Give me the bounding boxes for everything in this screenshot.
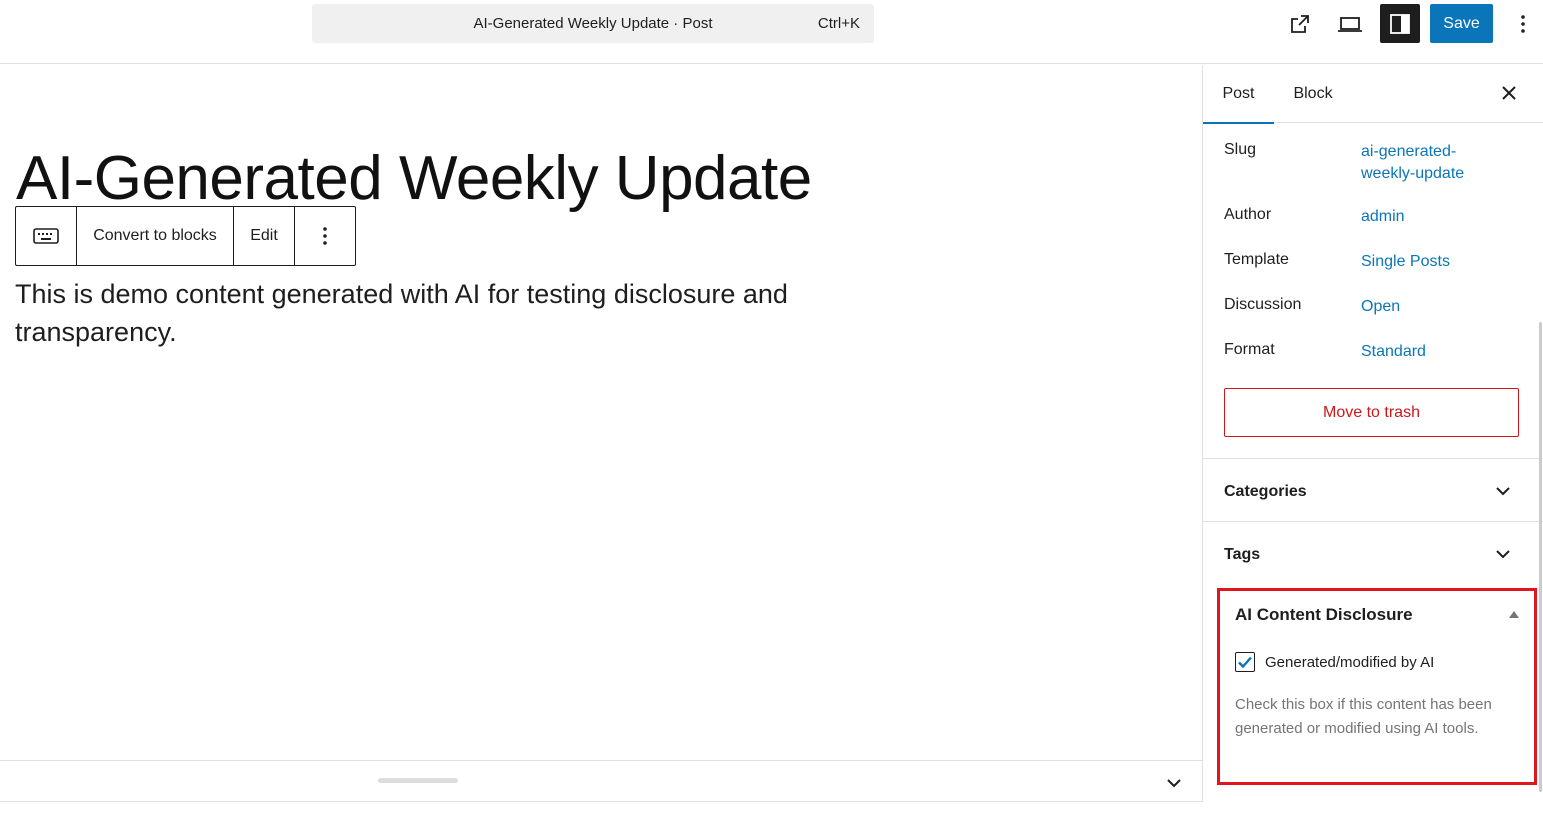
slug-label: Slug [1224, 141, 1257, 158]
external-link-icon [1291, 14, 1309, 33]
ai-generated-checkbox[interactable] [1235, 652, 1255, 672]
document-title: AI-Generated Weekly Update · Post [473, 15, 713, 32]
tags-panel-title: Tags [1224, 546, 1261, 563]
classic-block-paragraph[interactable]: This is demo content generated with AI f… [15, 275, 815, 351]
discussion-value[interactable]: Open [1361, 296, 1400, 318]
template-value[interactable]: Single Posts [1361, 251, 1450, 273]
author-label: Author [1224, 206, 1272, 223]
keyboard-icon [33, 228, 59, 244]
ai-disclosure-title[interactable]: AI Content Disclosure [1235, 605, 1413, 625]
format-label: Format [1224, 341, 1275, 358]
edit-button[interactable]: Edit [234, 207, 295, 265]
desktop-preview-icon [1338, 16, 1362, 32]
slug-value-line1: ai-generated- [1361, 143, 1457, 160]
tab-post[interactable]: Post [1203, 65, 1274, 124]
sidebar-toggle-icon [1390, 13, 1410, 34]
resize-handle[interactable] [378, 778, 458, 783]
ai-disclosure-help-text: Check this box if this content has been … [1235, 696, 1492, 737]
caret-up-icon[interactable] [1507, 608, 1521, 620]
categories-panel-title: Categories [1224, 483, 1307, 500]
command-palette-bar[interactable]: AI-Generated Weekly Update · Post Ctrl+K [312, 4, 874, 43]
slug-value[interactable]: ai-generated- weekly-update [1361, 141, 1464, 185]
format-value[interactable]: Standard [1361, 341, 1426, 363]
chevron-down-icon[interactable] [1162, 771, 1186, 795]
save-button[interactable]: Save [1430, 4, 1493, 43]
preview-button[interactable] [1330, 4, 1370, 43]
more-vertical-icon [323, 227, 327, 245]
more-vertical-icon [1521, 14, 1525, 33]
chevron-down-icon [1496, 487, 1510, 496]
tab-block[interactable]: Block [1279, 65, 1347, 123]
block-type-button[interactable] [16, 207, 77, 265]
tags-panel[interactable]: Tags [1203, 521, 1543, 584]
ai-generated-checkbox-label[interactable]: Generated/modified by AI [1265, 654, 1434, 671]
ai-disclosure-panel: AI Content Disclosure Generated/modified… [1217, 588, 1537, 785]
template-label: Template [1224, 251, 1289, 268]
move-to-trash-button[interactable]: Move to trash [1224, 388, 1519, 437]
sidebar-scrollbar[interactable] [1539, 322, 1542, 792]
close-icon[interactable] [1497, 81, 1521, 105]
categories-panel[interactable]: Categories [1203, 458, 1543, 521]
convert-to-blocks-button[interactable]: Convert to blocks [77, 207, 234, 265]
post-title[interactable]: AI-Generated Weekly Update [16, 143, 812, 214]
block-options-button[interactable] [295, 207, 355, 265]
author-value[interactable]: admin [1361, 206, 1405, 228]
shortcut-hint: Ctrl+K [817, 15, 860, 32]
discussion-label: Discussion [1224, 296, 1302, 313]
slug-value-line2: weekly-update [1361, 165, 1465, 182]
editor-canvas: AI-Generated Weekly Update Convert to bl… [0, 65, 1202, 760]
options-menu-button[interactable] [1510, 4, 1536, 43]
view-post-button[interactable] [1280, 4, 1320, 43]
checkmark-icon [1238, 656, 1252, 669]
settings-sidebar: Post Block Slug ai-generated- weekly-upd… [1202, 65, 1543, 802]
editor-footer [0, 760, 1202, 802]
sidebar-tabs: Post Block [1203, 65, 1543, 124]
settings-sidebar-toggle[interactable] [1380, 4, 1420, 43]
chevron-down-icon [1496, 550, 1510, 559]
editor-header: AI-Generated Weekly Update · Post Ctrl+K… [0, 0, 1543, 64]
block-toolbar: Convert to blocks Edit [15, 206, 356, 266]
